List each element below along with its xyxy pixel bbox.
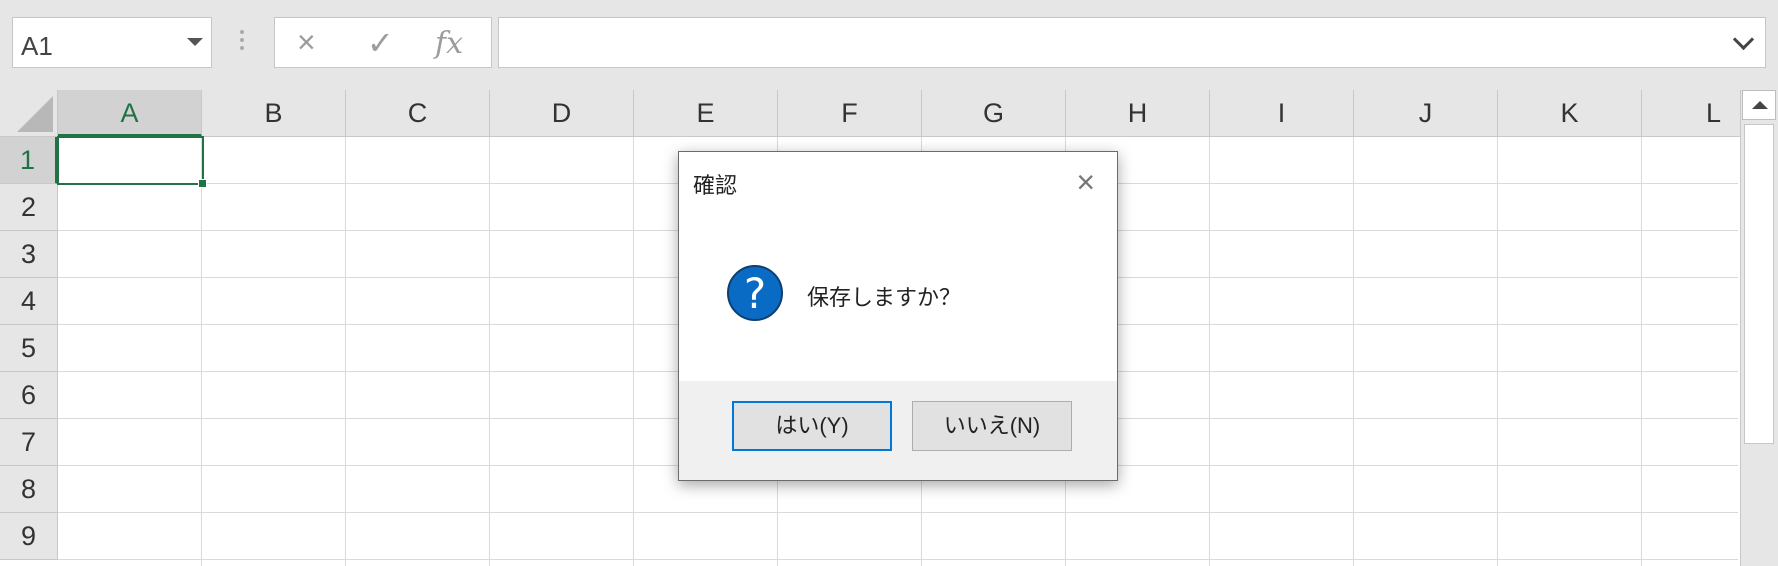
- column-header-j[interactable]: J: [1354, 90, 1498, 137]
- yes-button[interactable]: はい(Y): [732, 401, 892, 451]
- question-icon: ?: [727, 265, 783, 321]
- row-header-1[interactable]: 1: [0, 137, 58, 184]
- insert-function-icon[interactable]: fx: [435, 26, 463, 61]
- close-icon[interactable]: ×: [1076, 166, 1095, 198]
- scroll-up-button[interactable]: [1742, 90, 1776, 120]
- name-box[interactable]: A1: [12, 17, 212, 68]
- gridline-horizontal: [58, 559, 1738, 560]
- gridline-vertical: [1641, 137, 1642, 566]
- column-header-i[interactable]: I: [1210, 90, 1354, 137]
- column-header-c[interactable]: C: [346, 90, 490, 137]
- enter-icon[interactable]: ✓: [367, 24, 394, 62]
- gridline-vertical: [1353, 137, 1354, 566]
- formula-buttons: × ✓ fx: [274, 17, 492, 68]
- scroll-up-icon: [1752, 101, 1768, 109]
- gridline-vertical: [201, 137, 202, 566]
- dialog-title: 確認: [693, 173, 738, 198]
- name-box-dropdown-icon[interactable]: [187, 38, 203, 46]
- vertical-scrollbar[interactable]: [1740, 90, 1778, 566]
- row-header-9[interactable]: 9: [0, 513, 58, 560]
- column-header-f[interactable]: F: [778, 90, 922, 137]
- column-header-d[interactable]: D: [490, 90, 634, 137]
- cancel-icon[interactable]: ×: [297, 24, 316, 61]
- row-header-5[interactable]: 5: [0, 325, 58, 372]
- no-button[interactable]: いいえ(N): [912, 401, 1072, 451]
- gridline-vertical: [345, 137, 346, 566]
- row-header-4[interactable]: 4: [0, 278, 58, 325]
- formula-bar: A1 × ✓ fx: [0, 0, 1778, 90]
- row-header-3[interactable]: 3: [0, 231, 58, 278]
- column-header-e[interactable]: E: [634, 90, 778, 137]
- gridline-vertical: [1209, 137, 1210, 566]
- expand-formula-bar-icon[interactable]: [1732, 28, 1755, 51]
- row-header-8[interactable]: 8: [0, 466, 58, 513]
- row-header-7[interactable]: 7: [0, 419, 58, 466]
- confirm-dialog: 確認 × ? 保存しますか？ はい(Y) いいえ(N): [678, 151, 1118, 481]
- gridline-vertical: [633, 137, 634, 566]
- fill-handle[interactable]: [198, 179, 207, 188]
- column-header-g[interactable]: G: [922, 90, 1066, 137]
- column-header-k[interactable]: K: [1498, 90, 1642, 137]
- scrollbar-thumb[interactable]: [1744, 124, 1774, 444]
- column-header-a[interactable]: A: [58, 90, 202, 137]
- formula-input[interactable]: [498, 17, 1766, 68]
- formula-bar-grip-icon[interactable]: [240, 30, 244, 54]
- column-header-h[interactable]: H: [1066, 90, 1210, 137]
- name-box-value: A1: [21, 31, 53, 61]
- select-all-corner[interactable]: [0, 90, 58, 137]
- dialog-message: 保存しますか？: [807, 285, 962, 310]
- column-header-b[interactable]: B: [202, 90, 346, 137]
- gridline-vertical: [489, 137, 490, 566]
- gridline-horizontal: [58, 512, 1738, 513]
- gridline-vertical: [1497, 137, 1498, 566]
- row-header-2[interactable]: 2: [0, 184, 58, 231]
- dialog-footer: はい(Y) いいえ(N): [679, 381, 1117, 480]
- row-header-6[interactable]: 6: [0, 372, 58, 419]
- active-cell-a1[interactable]: [57, 136, 207, 188]
